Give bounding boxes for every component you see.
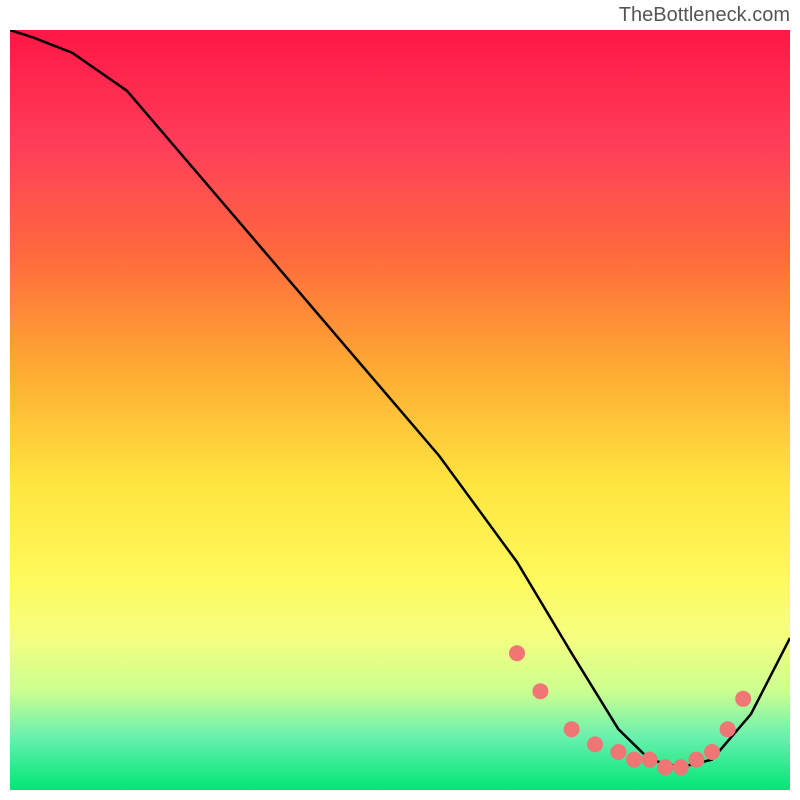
marker-dot xyxy=(735,691,751,707)
marker-dot xyxy=(673,759,689,775)
chart-svg xyxy=(10,30,790,790)
marker-dot xyxy=(704,744,720,760)
marker-dot xyxy=(688,752,704,768)
marker-dot xyxy=(657,759,673,775)
marker-dot xyxy=(720,721,736,737)
marker-dot xyxy=(642,752,658,768)
marker-dot xyxy=(587,736,603,752)
watermark-text: TheBottleneck.com xyxy=(619,4,790,27)
marker-dot xyxy=(509,645,525,661)
marker-dot xyxy=(610,744,626,760)
marker-dot xyxy=(626,752,642,768)
marker-dot xyxy=(564,721,580,737)
marker-dot xyxy=(532,683,548,699)
chart-container xyxy=(10,30,790,790)
